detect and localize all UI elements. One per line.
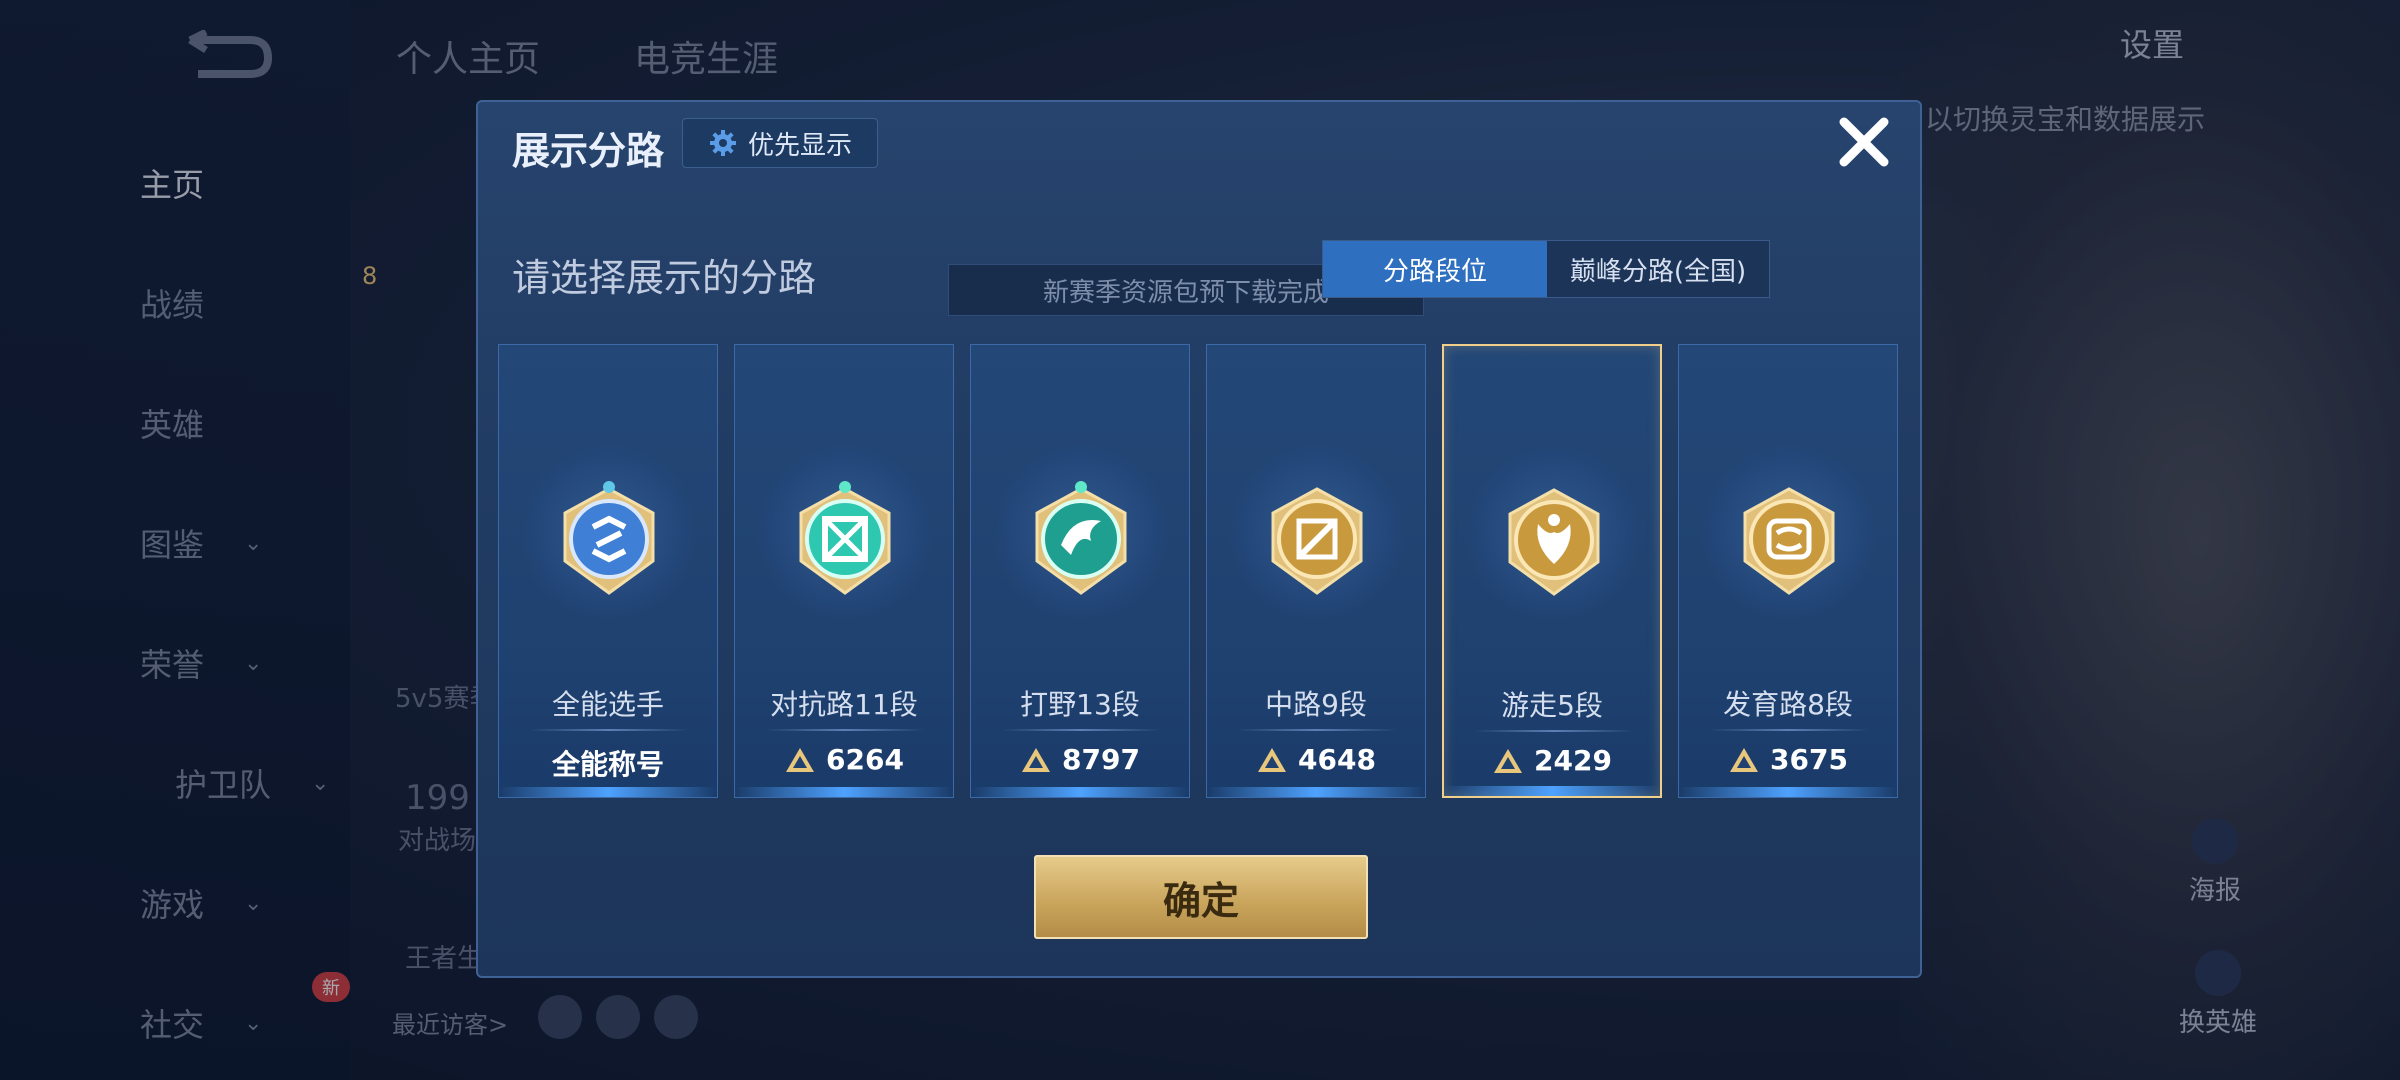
lane-label: 打野13段 [1020,688,1140,721]
dialog-subtitle: 请选择展示的分路 [512,256,817,300]
lane-card-roam[interactable]: 游走5段 2429 [1442,344,1662,798]
tab-lane-rank[interactable]: 分路段位 [1323,241,1547,297]
rank-points-icon [1730,747,1759,772]
card-glow [499,787,717,797]
card-glow [971,787,1189,797]
rank-points-icon [1494,748,1523,773]
lane-label: 对抗路11段 [770,688,918,721]
lane-card-jungle[interactable]: 打野13段 8797 [970,344,1190,798]
clash-lane-emblem-icon [799,481,891,595]
mid-lane-emblem-icon [1271,487,1363,595]
priority-display-label: 优先显示 [747,130,852,161]
lane-score: 3675 [1679,743,1897,776]
card-divider [1237,729,1397,731]
card-glow [1444,786,1660,796]
gear-icon [709,130,736,156]
all-round-emblem-icon [563,481,655,595]
tab-peak-lane[interactable]: 巅峰分路(全国) [1547,241,1769,297]
card-glow [1679,787,1897,797]
farm-lane-emblem-icon [1743,487,1835,595]
dialog-title: 展示分路 [512,129,665,173]
all-round-title: 全能称号 [551,748,664,781]
lane-label: 全能选手 [551,688,664,721]
rank-points-icon [1022,747,1051,772]
card-glow [735,787,953,797]
card-divider [1001,729,1161,731]
lane-score-value: 6264 [826,743,904,776]
lane-display-dialog: 展示分路 优先显示 请选择展示的分路 新赛季资源包预下载完成 分路段位 巅峰分路… [476,100,1922,978]
lane-label: 发育路8段 [1723,688,1853,721]
lane-label: 中路9段 [1265,688,1367,721]
card-divider [529,729,689,731]
close-button[interactable] [1834,112,1894,172]
lane-card-farm[interactable]: 发育路8段 3675 [1678,344,1898,798]
lane-score-value: 3675 [1770,743,1848,776]
lane-label: 游走5段 [1501,689,1603,722]
jungle-emblem-icon [1035,481,1127,595]
lane-score: 8797 [971,743,1189,776]
lane-score-value: 2429 [1534,744,1612,777]
close-icon [1839,117,1889,167]
rank-points-icon [786,747,815,772]
rank-points-icon [1258,747,1287,772]
lane-score: 4648 [1207,743,1425,776]
card-glow [1207,787,1425,797]
lane-score-value: 8797 [1062,743,1140,776]
lane-score: 全能称号 [499,743,717,783]
lane-score-value: 4648 [1298,743,1376,776]
lane-score: 6264 [735,743,953,776]
priority-display-button[interactable]: 优先显示 [682,118,878,168]
lane-card-clash[interactable]: 对抗路11段 6264 [734,344,954,798]
lane-mode-toggle: 分路段位 巅峰分路(全国) [1322,240,1770,298]
card-divider [1709,729,1869,731]
lane-card-list: 全能选手 全能称号 对抗路11段 6264 打野13段 8797 中路9段 46… [498,344,1904,798]
lane-score: 2429 [1444,744,1660,777]
confirm-button[interactable]: 确定 [1034,855,1368,939]
card-divider [765,729,925,731]
card-divider [1474,730,1634,732]
lane-card-mid[interactable]: 中路9段 4648 [1206,344,1426,798]
lane-card-all-round[interactable]: 全能选手 全能称号 [498,344,718,798]
roam-emblem-icon [1508,488,1600,596]
